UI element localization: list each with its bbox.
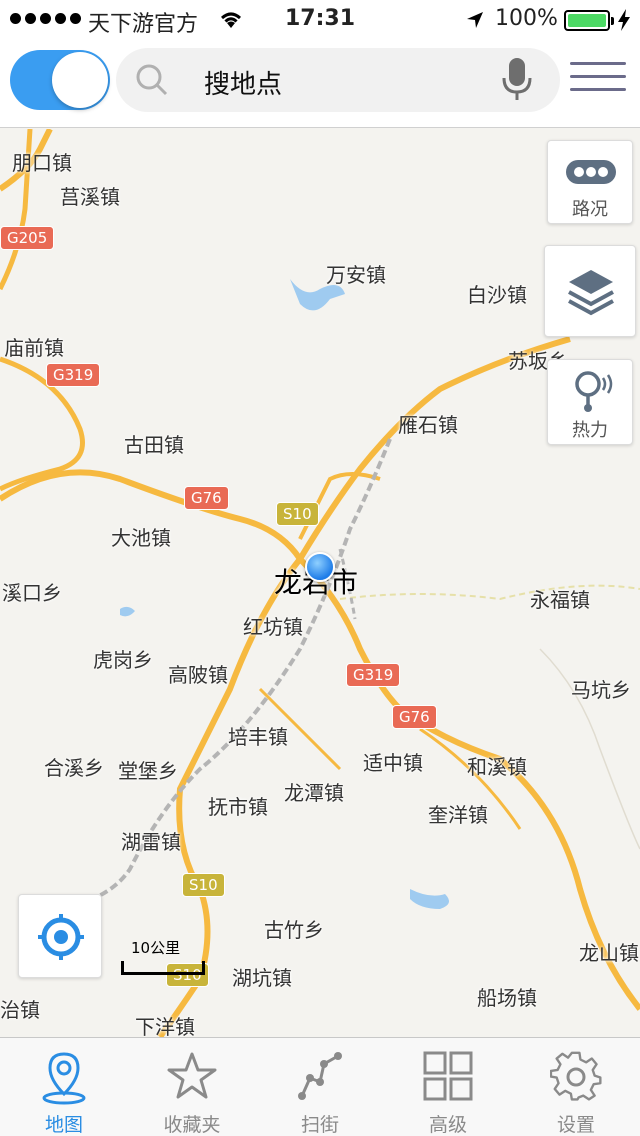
place-label: 白沙镇 (467, 283, 527, 307)
battery-percentage: 100% (495, 6, 558, 31)
toggle-knob (52, 52, 108, 108)
tab-bar: 地图 收藏夹 扫街 高级 设置 (0, 1037, 640, 1136)
place-label: 庙前镇 (4, 336, 64, 360)
place-label: 堂堡乡 (118, 759, 178, 783)
place-label: 雁石镇 (398, 413, 458, 437)
place-label: 奎洋镇 (428, 803, 488, 827)
tab-settings[interactable]: 设置 (512, 1038, 640, 1136)
tab-map[interactable]: 地图 (0, 1038, 128, 1136)
place-label: 合溪乡 (44, 756, 104, 780)
gear-icon (550, 1051, 602, 1101)
place-label: 古竹乡 (264, 918, 324, 942)
current-location-marker[interactable] (305, 552, 335, 582)
place-label: 船场镇 (477, 986, 537, 1010)
place-label: 万安镇 (326, 263, 386, 287)
layers-icon (568, 270, 614, 316)
place-label: 虎岗乡 (93, 648, 153, 672)
microphone-icon[interactable] (500, 56, 534, 108)
place-label: 湖雷镇 (121, 830, 181, 854)
place-label: 大池镇 (111, 526, 171, 550)
status-bar: 天下游官方 17:31 100% (0, 0, 640, 40)
tab-favorites[interactable]: 收藏夹 (128, 1038, 256, 1136)
place-label: 永福镇 (530, 588, 590, 612)
place-label: 下洋镇 (135, 1015, 195, 1037)
map-view[interactable]: 朋口镇 莒溪镇 万安镇 白沙镇 庙前镇 苏坂乡 雁石镇 古田镇 大池镇 龙岩市 … (0, 129, 640, 1037)
road-shield-g319: G319 (46, 363, 101, 387)
traffic-button[interactable]: 路况 (547, 140, 633, 224)
place-label: 红坊镇 (243, 615, 303, 639)
locate-me-button[interactable] (18, 894, 102, 978)
search-placeholder[interactable]: 搜地点 (204, 64, 282, 101)
road-shield-g76: G76 (184, 486, 229, 510)
tab-street-scan[interactable]: 扫街 (256, 1038, 384, 1136)
place-label: 马坑乡 (571, 678, 631, 702)
layers-button[interactable] (544, 245, 636, 337)
place-label: 湖坑镇 (232, 966, 292, 990)
traffic-icon (566, 160, 616, 184)
place-label: 和溪镇 (467, 755, 527, 779)
menu-icon[interactable] (570, 62, 626, 98)
place-label: 溪口乡 (2, 581, 62, 605)
place-label: 高陂镇 (168, 663, 228, 687)
mode-toggle[interactable] (10, 50, 110, 110)
road-shield-g76: G76 (392, 705, 437, 729)
grid-icon (423, 1051, 473, 1101)
place-label: 治镇 (0, 998, 40, 1022)
tab-advanced[interactable]: 高级 (384, 1038, 512, 1136)
location-arrow-icon (465, 10, 485, 34)
place-label: 古田镇 (124, 433, 184, 457)
place-label: 适中镇 (363, 751, 423, 775)
map-scale: 10公里 (121, 937, 205, 975)
heatmap-button[interactable]: 热力 (547, 359, 633, 445)
map-pin-icon (42, 1052, 86, 1105)
heat-pin-icon (575, 371, 613, 412)
battery-icon (564, 10, 614, 31)
search-icon (134, 62, 170, 102)
charging-bolt-icon (617, 9, 631, 35)
road-shield-s10: S10 (276, 502, 319, 526)
place-label: 朋口镇 (12, 151, 72, 175)
road-shield-s10: S10 (182, 873, 225, 897)
star-icon (167, 1052, 217, 1099)
scale-bar (121, 961, 205, 975)
traffic-label: 路况 (572, 199, 608, 220)
search-bar[interactable]: 搜地点 (116, 48, 560, 112)
tab-label: 扫街 (300, 1114, 339, 1136)
heat-label: 热力 (572, 420, 608, 441)
tab-label: 设置 (556, 1114, 595, 1136)
route-icon (298, 1052, 342, 1100)
top-bar: 搜地点 (0, 40, 640, 128)
tab-label: 高级 (428, 1114, 467, 1136)
tab-label: 地图 (44, 1114, 83, 1136)
scale-label: 10公里 (131, 939, 181, 957)
place-label: 莒溪镇 (60, 185, 120, 209)
place-label: 抚市镇 (208, 795, 268, 819)
road-shield-g205: G205 (0, 226, 55, 250)
tab-label: 收藏夹 (163, 1114, 221, 1136)
locate-icon (38, 914, 84, 960)
place-label: 龙山镇 (579, 941, 639, 965)
road-shield-g319: G319 (346, 663, 401, 687)
place-label: 龙潭镇 (284, 781, 344, 805)
place-label: 培丰镇 (228, 725, 288, 749)
